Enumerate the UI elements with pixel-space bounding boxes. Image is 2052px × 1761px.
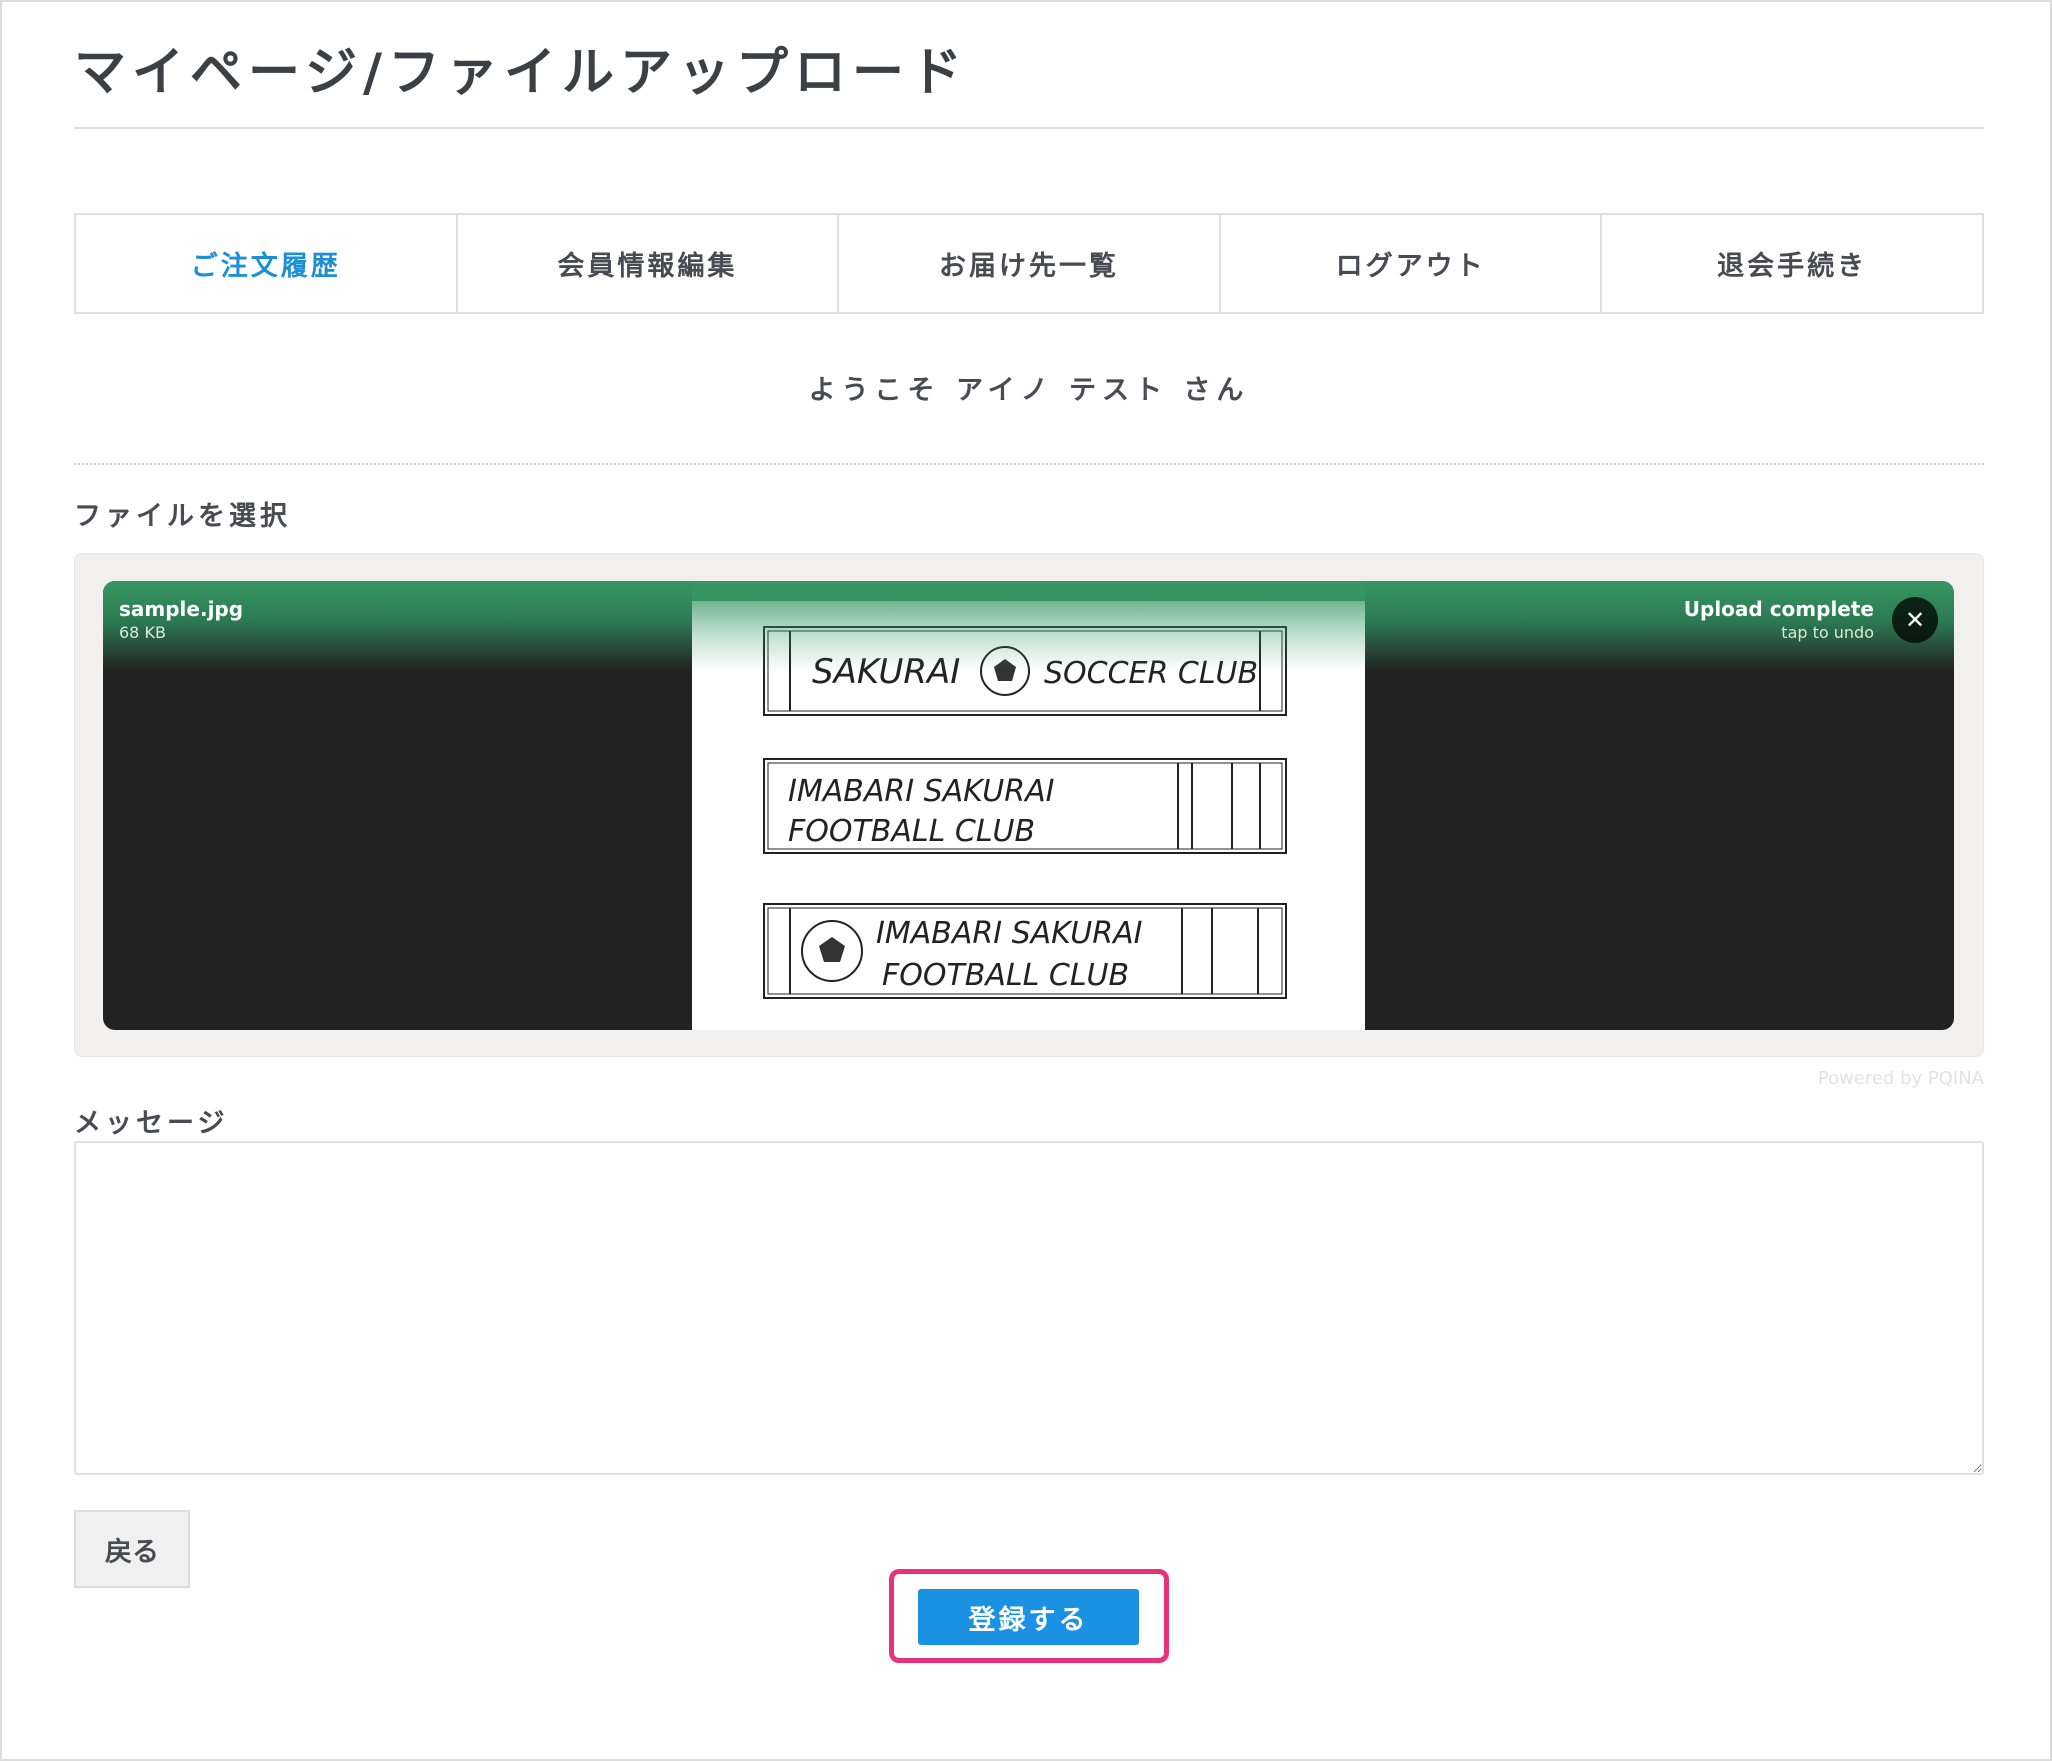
preview-text-3b: FOOTBALL CLUB bbox=[882, 958, 1129, 993]
title-divider bbox=[74, 127, 1984, 129]
upload-status: Upload complete bbox=[1683, 597, 1874, 621]
undo-upload-button[interactable]: ✕ bbox=[1892, 597, 1938, 643]
tab-delivery-list[interactable]: お届け先一覧 bbox=[839, 215, 1221, 312]
upload-undo-hint: tap to undo bbox=[1781, 623, 1874, 642]
file-select-label: ファイルを選択 bbox=[74, 501, 291, 532]
message-label: メッセージ bbox=[74, 1108, 229, 1139]
submit-button[interactable]: 登録する bbox=[918, 1589, 1139, 1645]
page-title: マイページ/ファイルアップロード bbox=[74, 43, 968, 103]
preview-text-2b: FOOTBALL CLUB bbox=[788, 814, 1035, 849]
tab-member-edit[interactable]: 会員情報編集 bbox=[458, 215, 840, 312]
uploaded-file-size: 68 KB bbox=[119, 623, 166, 642]
preview-status-overlay bbox=[692, 581, 1365, 671]
close-icon: ✕ bbox=[1904, 606, 1926, 634]
preview-text-2a: IMABARI SAKURAI bbox=[788, 774, 1055, 809]
mypage-tabs: ご注文履歴 会員情報編集 お届け先一覧 ログアウト 退会手続き bbox=[74, 213, 1984, 314]
welcome-message: ようこそ アイノ テスト さん bbox=[808, 375, 1250, 406]
back-button[interactable]: 戻る bbox=[74, 1510, 190, 1588]
section-divider bbox=[74, 463, 1984, 465]
message-textarea[interactable] bbox=[74, 1141, 1984, 1475]
preview-text-3a: IMABARI SAKURAI bbox=[876, 916, 1143, 951]
tab-order-history[interactable]: ご注文履歴 bbox=[76, 215, 458, 312]
uploaded-file-name: sample.jpg bbox=[119, 597, 244, 621]
tab-withdraw[interactable]: 退会手続き bbox=[1602, 215, 1982, 312]
powered-by-credit: Powered by PQINA bbox=[1817, 1068, 1984, 1089]
tab-logout[interactable]: ログアウト bbox=[1221, 215, 1603, 312]
uploaded-file-item: SAKURAI SOCCER CLUB IMABARI SAKURAI FOOT… bbox=[103, 581, 1954, 1030]
